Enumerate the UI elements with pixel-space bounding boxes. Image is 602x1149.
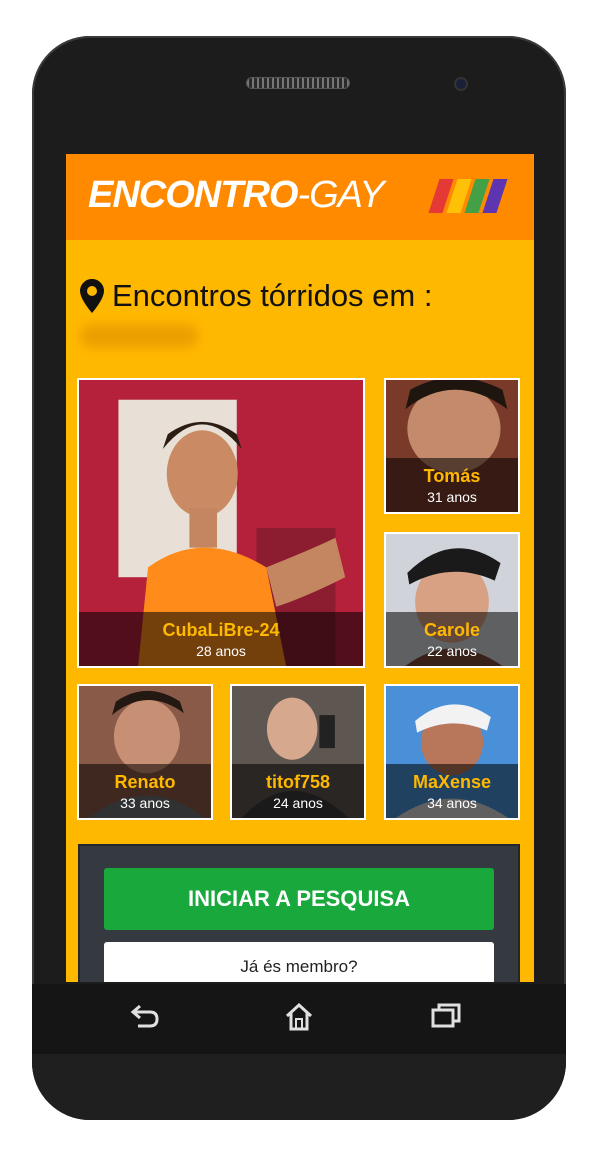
back-icon[interactable] — [130, 1002, 160, 1030]
location-pin-icon — [80, 279, 104, 313]
profile-caption: Carole 22 anos — [386, 612, 518, 666]
profile-age: 22 anos — [427, 643, 477, 659]
android-navbar — [32, 984, 566, 1054]
already-member-button[interactable]: Já és membro? — [104, 942, 494, 982]
recents-icon[interactable] — [430, 1002, 462, 1030]
profile-card[interactable]: Carole 22 anos — [384, 532, 520, 668]
headline: Encontros tórridos em : — [80, 278, 432, 314]
profile-card[interactable]: titof758 24 anos — [230, 684, 366, 820]
profile-caption: titof758 24 anos — [232, 764, 364, 818]
front-camera — [454, 77, 468, 91]
profile-name: CubaLiBre-24 — [162, 620, 280, 640]
brand-name-part2: -GAY — [297, 174, 384, 216]
app-header: ENCONTRO-GAY — [66, 154, 534, 240]
profile-card[interactable]: MaXense 34 anos — [384, 684, 520, 820]
profile-caption: Tomás 31 anos — [386, 458, 518, 512]
headline-text: Encontros tórridos em : — [112, 278, 433, 313]
rainbow-flag-icon — [428, 179, 510, 213]
phone-chin — [32, 1054, 566, 1120]
blurred-city-name — [80, 324, 198, 348]
profile-caption: Renato 33 anos — [79, 764, 211, 818]
profile-age: 24 anos — [273, 795, 323, 811]
profile-age: 33 anos — [120, 795, 170, 811]
profile-card[interactable]: Tomás 31 anos — [384, 378, 520, 514]
profile-name: titof758 — [265, 772, 330, 792]
profile-age: 31 anos — [427, 489, 477, 505]
profile-card[interactable]: CubaLiBre-24 28 anos — [77, 378, 365, 668]
profile-name: MaXense — [412, 772, 492, 792]
start-search-button[interactable]: INICIAR A PESQUISA — [104, 868, 494, 930]
profile-caption: CubaLiBre-24 28 anos — [79, 612, 363, 666]
profile-age: 28 anos — [196, 643, 246, 659]
speaker-grille — [246, 77, 350, 89]
profile-caption: MaXense 34 anos — [386, 764, 518, 818]
profile-name: Tomás — [423, 466, 481, 486]
profile-name: Carole — [423, 620, 481, 640]
home-icon[interactable] — [284, 1002, 314, 1032]
brand-logo[interactable]: ENCONTRO-GAY — [88, 174, 385, 217]
app-screen: ENCONTRO-GAY Encontros tórridos em : Cub… — [66, 154, 534, 982]
profile-name: Renato — [114, 772, 176, 792]
action-panel: INICIAR A PESQUISA Já és membro? — [78, 844, 520, 982]
profile-card[interactable]: Renato 33 anos — [77, 684, 213, 820]
brand-name-part1: ENCONTRO — [88, 174, 298, 216]
profile-age: 34 anos — [427, 795, 477, 811]
